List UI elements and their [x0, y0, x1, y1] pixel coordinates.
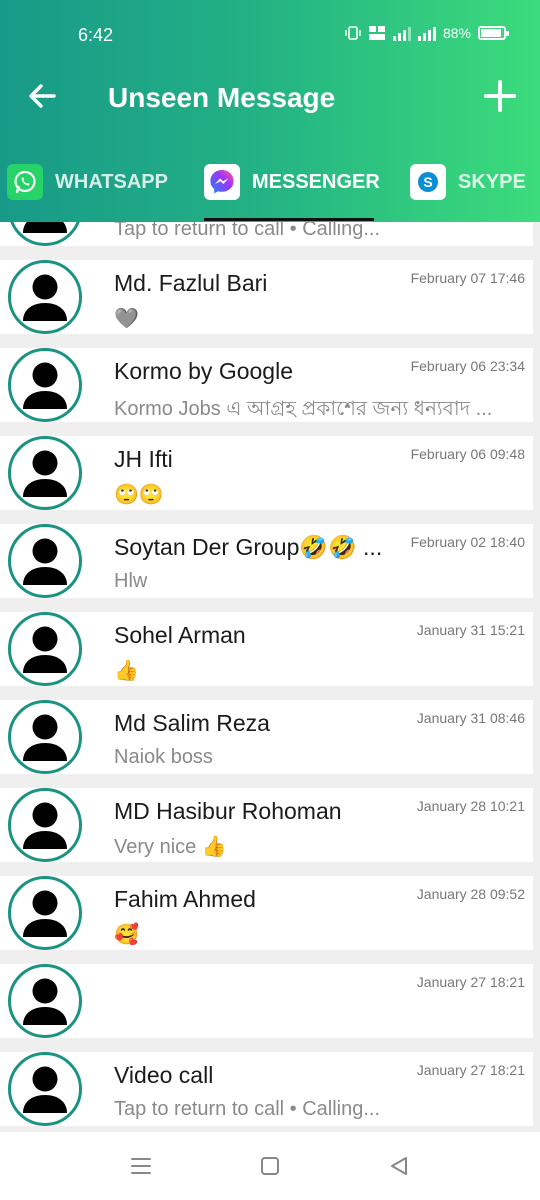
list-item[interactable]: MD Hasibur Rohoman Very nice 👍 January 2… [0, 788, 533, 862]
avatar [8, 788, 82, 862]
svg-text:S: S [423, 174, 432, 190]
message-preview: Very nice 👍 [114, 836, 227, 858]
tab-messenger[interactable]: MESSENGER [204, 162, 380, 202]
list-item[interactable]: Fahim Ahmed 🥰 January 28 09:52 [0, 876, 533, 950]
vibrate-icon [345, 26, 361, 40]
contact-name: JH Ifti [114, 446, 173, 472]
back-icon[interactable] [386, 1154, 412, 1178]
message-preview: 🥰 [114, 924, 139, 946]
contact-name: Soytan Der Group🤣🤣 ... [114, 534, 383, 560]
contact-name: Md Salim Reza [114, 710, 270, 736]
skype-icon: S [410, 164, 446, 200]
list-item[interactable]: Sohel Arman 👍 January 31 15:21 [0, 612, 533, 686]
contact-name: MD Hasibur Rohoman [114, 798, 342, 824]
status-time: 6:42 [78, 25, 114, 45]
home-icon[interactable] [257, 1154, 283, 1178]
contact-name: Md. Fazlul Bari [114, 270, 268, 296]
message-preview: Tap to return to call • Calling... [114, 222, 381, 240]
contact-name: Fahim Ahmed [114, 886, 256, 912]
message-time: January 27 18:21 [416, 974, 525, 990]
status-icons: 88% [345, 25, 509, 41]
list-item[interactable]: Md Salim Reza Naiok boss January 31 08:4… [0, 700, 533, 774]
messenger-icon [204, 164, 240, 200]
contact-name: Sohel Arman [114, 622, 246, 648]
list-item[interactable]: JH Ifti 🙄🙄 February 06 09:48 [0, 436, 533, 510]
page-title: Unseen Message [108, 82, 336, 113]
app-header: 6:42 88% Unseen Message WHATSAPP MESSENG… [0, 0, 540, 222]
tab-label: WHATSAPP [55, 170, 168, 193]
contact-name: Kormo by Google [114, 358, 293, 384]
back-arrow-icon[interactable] [26, 80, 58, 112]
message-time: January 31 08:46 [416, 710, 525, 726]
toolbar: Unseen Message [0, 56, 540, 142]
message-preview: Kormo Jobs এ আগ্রহ প্রকাশের জন্য ধন্যবাদ… [114, 398, 493, 420]
status-bar: 6:42 88% [0, 0, 540, 56]
message-list[interactable]: Tap to return to call • Calling... Md. F… [0, 222, 540, 1132]
avatar [8, 612, 82, 686]
tab-whatsapp[interactable]: WHATSAPP [7, 162, 168, 202]
avatar [8, 700, 82, 774]
message-time: January 31 15:21 [416, 622, 525, 638]
avatar [8, 964, 82, 1038]
avatar [8, 222, 82, 246]
volte-icon [368, 26, 385, 40]
message-time: January 27 18:21 [416, 1062, 525, 1078]
avatar [8, 348, 82, 422]
system-nav-bar [0, 1132, 540, 1200]
battery-icon [478, 26, 509, 40]
message-time: January 28 10:21 [416, 798, 525, 814]
tab-bar: WHATSAPP MESSENGER S SKYPE [0, 142, 540, 222]
signal-icon-2 [417, 25, 436, 41]
message-time: February 06 23:34 [410, 358, 525, 374]
list-item[interactable]: Video call Tap to return to call • Calli… [0, 1052, 533, 1126]
message-preview: 🩶 [114, 308, 139, 330]
avatar [8, 260, 82, 334]
tab-label: SKYPE [458, 170, 526, 193]
message-preview: Naiok boss [114, 746, 213, 768]
message-time: February 02 18:40 [410, 534, 525, 550]
list-item[interactable]: Kormo by Google Kormo Jobs এ আগ্রহ প্রকা… [0, 348, 533, 422]
message-preview: 👍 [114, 660, 139, 682]
signal-icon-1 [392, 25, 411, 41]
message-preview: Tap to return to call • Calling... [114, 1098, 381, 1120]
message-time: January 28 09:52 [416, 886, 525, 902]
message-preview: 🙄🙄 [114, 484, 164, 506]
list-item[interactable]: Md. Fazlul Bari 🩶 February 07 17:46 [0, 260, 533, 334]
avatar [8, 1052, 82, 1126]
active-tab-indicator [204, 218, 374, 221]
list-item[interactable]: Soytan Der Group🤣🤣 ... Hlw February 02 1… [0, 524, 533, 598]
message-preview: Hlw [114, 570, 148, 592]
battery-percent: 88% [442, 25, 471, 41]
message-time: February 06 09:48 [410, 446, 525, 462]
avatar [8, 876, 82, 950]
tab-skype[interactable]: S SKYPE [410, 162, 526, 202]
avatar [8, 524, 82, 598]
avatar [8, 436, 82, 510]
message-time: February 07 17:46 [410, 270, 525, 286]
whatsapp-icon [7, 164, 43, 200]
list-item[interactable]: Tap to return to call • Calling... [0, 222, 533, 246]
tab-label: MESSENGER [252, 170, 380, 193]
add-icon[interactable] [482, 78, 518, 114]
contact-name: Video call [114, 1062, 214, 1088]
list-item[interactable]: January 27 18:21 [0, 964, 533, 1038]
menu-icon[interactable] [128, 1154, 154, 1178]
